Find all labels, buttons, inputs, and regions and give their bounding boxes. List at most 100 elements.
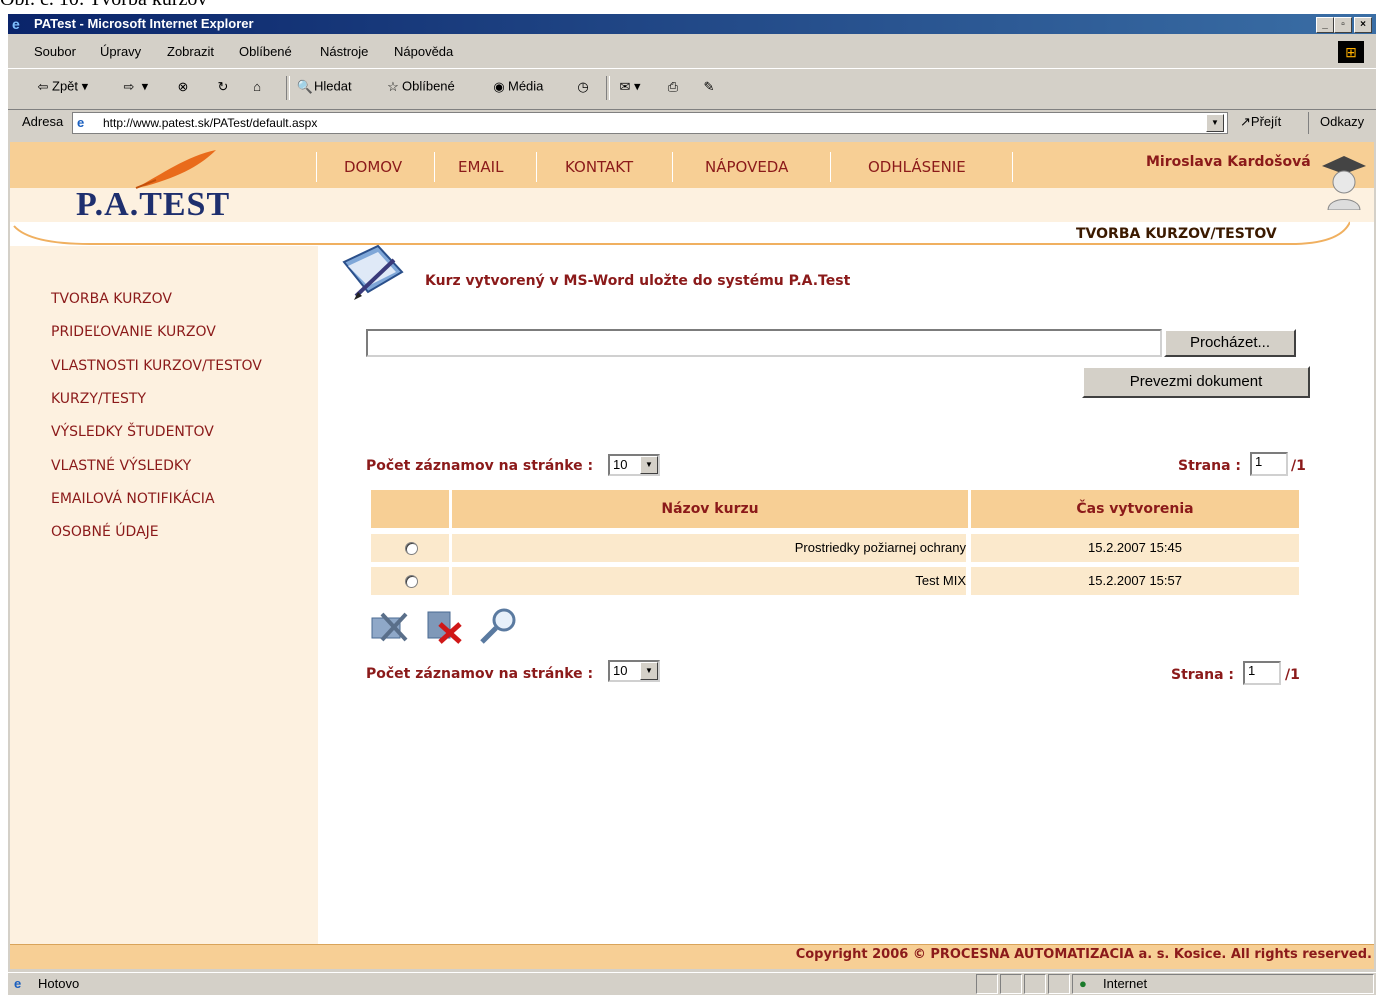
sidebar-item-emailova-notifikacia[interactable]: EMAILOVÁ NOTIFIKÁCIA <box>51 491 215 507</box>
menu-zobrazit[interactable]: Zobrazit <box>167 44 214 59</box>
nav-odhlasenie[interactable]: ODHLÁSENIE <box>868 158 966 176</box>
user-name: Miroslava Kardošová <box>1146 154 1311 170</box>
table-row-select-cell <box>371 567 449 595</box>
table-header-course-name: Názov kurzu <box>452 490 968 528</box>
refresh-button[interactable]: ↻ <box>214 78 232 96</box>
print-icon: ⎙ <box>667 79 679 94</box>
nav-domov[interactable]: DOMOV <box>344 158 402 176</box>
minimize-button[interactable]: _ <box>1316 17 1334 33</box>
course-name-cell: Prostriedky požiarnej ochrany <box>452 534 966 562</box>
course-time-cell: 15.2.2007 15:45 <box>971 534 1299 562</box>
page-number-input[interactable]: 1 <box>1243 661 1281 685</box>
nav-napoveda[interactable]: NÁPOVEDA <box>705 158 788 176</box>
row-radio[interactable] <box>405 575 418 588</box>
stop-icon: ⊗ <box>177 79 189 94</box>
go-button[interactable]: ↗Přejít <box>1240 114 1281 130</box>
window-title: PATest - Microsoft Internet Explorer <box>34 16 254 31</box>
sidebar-item-vlastne-vysledky[interactable]: VLASTNÉ VÝSLEDKY <box>51 458 191 474</box>
globe-icon: ● <box>1079 976 1087 991</box>
forward-button[interactable]: ⇨ ▾ <box>120 78 149 96</box>
menu-nastroje[interactable]: Nástroje <box>320 44 368 59</box>
table-row-select-cell <box>371 534 449 562</box>
table-header-select <box>371 490 449 528</box>
mail-button[interactable]: ✉ ▾ <box>616 78 641 96</box>
favorites-icon: ☆ <box>387 79 399 94</box>
links-button[interactable]: Odkazy <box>1320 114 1364 129</box>
close-button[interactable]: × <box>1354 17 1372 33</box>
menu-oblibene[interactable]: Oblíbené <box>239 44 292 59</box>
records-per-page-label: Počet záznamov na stránke : <box>366 666 594 682</box>
copyright-text: Copyright 2006 © PROCESNA AUTOMATIZACIA … <box>795 947 1372 962</box>
home-icon: ⌂ <box>253 79 261 94</box>
status-cell <box>976 974 998 994</box>
forward-arrow-icon: ⇨ <box>123 79 135 94</box>
row-radio[interactable] <box>405 542 418 555</box>
status-zone-cell: ● Internet <box>1072 974 1374 994</box>
refresh-icon: ↻ <box>217 79 229 94</box>
records-per-page-value: 10 <box>613 663 628 678</box>
toolbar-separator <box>286 76 290 100</box>
sidebar-item-kurzy-testy[interactable]: KURZY/TESTY <box>51 391 146 407</box>
nav-kontakt[interactable]: KONTAKT <box>565 158 633 176</box>
sidebar-item-osobne-udaje[interactable]: OSOBNÉ ÚDAJE <box>51 524 159 540</box>
back-arrow-icon: ⇦ <box>37 79 49 94</box>
print-button[interactable]: ⎙ <box>664 78 682 96</box>
page-icon: e <box>77 115 85 130</box>
edit-course-icon[interactable] <box>368 608 410 644</box>
page-label: Strana : <box>1178 458 1242 474</box>
records-per-page-label: Počet záznamov na stránke : <box>366 458 594 474</box>
word-document-icon <box>342 244 404 300</box>
nav-separator <box>1012 152 1013 182</box>
nav-separator <box>316 152 317 182</box>
browse-button[interactable]: Procházet... <box>1164 329 1296 357</box>
menu-upravy[interactable]: Úpravy <box>100 44 141 59</box>
status-cell <box>1000 974 1022 994</box>
records-per-page-select[interactable]: 10 ▼ <box>608 454 660 476</box>
course-time-cell: 15.2.2007 15:57 <box>971 567 1299 595</box>
zone-label: Internet <box>1103 976 1148 991</box>
view-course-icon[interactable] <box>478 606 520 646</box>
file-path-input[interactable] <box>366 329 1162 357</box>
nav-separator <box>672 152 673 182</box>
records-per-page-value: 10 <box>613 457 628 472</box>
favorites-button[interactable]: ☆ Oblíbené <box>384 78 455 96</box>
sidebar-item-pridelovanie-kurzov[interactable]: PRIDEĽOVANIE KURZOV <box>51 324 216 340</box>
page-number-input[interactable]: 1 <box>1250 452 1288 476</box>
page-total: /1 <box>1291 458 1306 474</box>
upload-title: Kurz vytvorený v MS-Word uložte do systé… <box>425 273 851 289</box>
search-icon: 🔍 <box>296 79 314 94</box>
status-text: Hotovo <box>38 976 80 991</box>
edit-icon: ✎ <box>703 79 715 94</box>
search-button[interactable]: 🔍Hledat <box>296 78 352 96</box>
nav-separator <box>830 152 831 182</box>
stop-button[interactable]: ⊗ <box>174 78 192 96</box>
windows-logo-icon: ⊞ <box>1338 41 1364 63</box>
chevron-down-icon: ▼ <box>640 662 658 680</box>
menu-napoveda[interactable]: Nápověda <box>394 44 453 59</box>
sidebar-item-vysledky-studentov[interactable]: VÝSLEDKY ŠTUDENTOV <box>51 424 214 440</box>
delete-course-icon[interactable] <box>424 606 466 646</box>
menu-soubor[interactable]: Soubor <box>34 44 76 59</box>
menu-bar: Soubor Úpravy Zobrazit Oblíbené Nástroje… <box>8 36 1376 66</box>
address-separator <box>1308 112 1309 134</box>
history-button[interactable]: ◷ <box>574 78 592 96</box>
records-per-page-select[interactable]: 10 ▼ <box>608 660 660 682</box>
sidebar <box>10 246 318 944</box>
home-button[interactable]: ⌂ <box>248 78 266 96</box>
edit-page-button[interactable]: ✎ <box>700 78 718 96</box>
address-input[interactable]: e http://www.patest.sk/PATest/default.as… <box>72 112 1228 134</box>
maximize-button[interactable]: ▫ <box>1334 17 1352 33</box>
sidebar-item-vlastnosti-kurzov[interactable]: VLASTNOSTI KURZOV/TESTOV <box>51 358 262 374</box>
page-total: /1 <box>1285 667 1300 683</box>
ie-app-icon: e <box>12 16 20 32</box>
upload-document-button[interactable]: Prevezmi dokument <box>1082 366 1310 398</box>
nav-email[interactable]: EMAIL <box>458 158 503 176</box>
address-url: http://www.patest.sk/PATest/default.aspx <box>103 116 318 130</box>
sidebar-item-tvorba-kurzov[interactable]: TVORBA KURZOV <box>51 291 172 307</box>
mail-icon: ✉ <box>619 79 631 94</box>
address-dropdown-arrow[interactable]: ▼ <box>1206 114 1224 132</box>
breadcrumb: TVORBA KURZOV/TESTOV <box>1076 226 1277 242</box>
back-button[interactable]: ⇦ Zpět ▾ <box>34 78 89 96</box>
media-button[interactable]: ◉ Média <box>490 78 543 96</box>
nav-separator <box>434 152 435 182</box>
